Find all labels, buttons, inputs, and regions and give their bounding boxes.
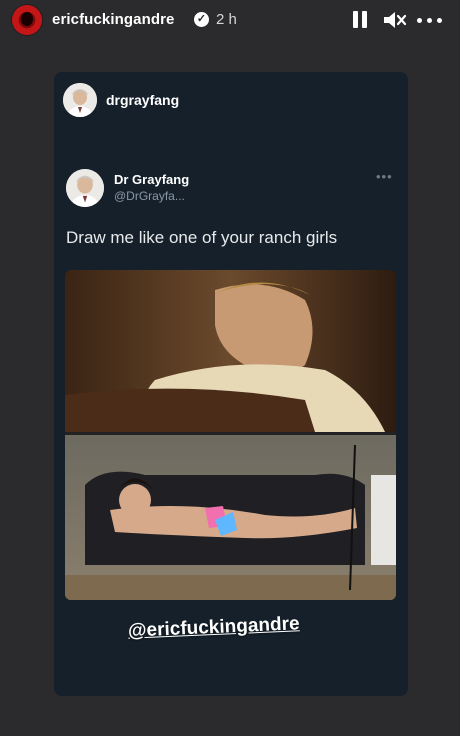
story-avatar[interactable]: [12, 5, 42, 35]
more-icon: [417, 18, 422, 23]
account-avatar[interactable]: [63, 83, 97, 117]
story-time: 2 h: [216, 11, 237, 28]
pause-icon: [353, 11, 358, 28]
story-header: ericfuckingandre ✓ 2 h: [0, 0, 460, 40]
shared-account-name[interactable]: drgrayfang: [106, 92, 179, 108]
shared-post-header: drgrayfang: [54, 72, 408, 122]
shared-post-card[interactable]: drgrayfang Dr Grayfang @DrGrayfa... ••• …: [54, 72, 408, 696]
tweet-display-name[interactable]: Dr Grayfang: [114, 172, 189, 187]
tweet-handle[interactable]: @DrGrayfa...: [114, 189, 185, 203]
tweet-author-avatar[interactable]: [66, 169, 104, 207]
pause-button[interactable]: [348, 8, 372, 32]
tweet-media[interactable]: [65, 270, 396, 600]
more-options-button[interactable]: [416, 8, 444, 32]
verified-badge-icon: ✓: [194, 12, 209, 27]
mute-button[interactable]: [381, 8, 407, 32]
mute-icon: [384, 12, 407, 28]
tweet-more-icon[interactable]: •••: [376, 169, 393, 184]
tweet-text: Draw me like one of your ranch girls: [66, 228, 338, 247]
story-username[interactable]: ericfuckingandre: [52, 11, 174, 28]
meme-image: [65, 270, 396, 600]
